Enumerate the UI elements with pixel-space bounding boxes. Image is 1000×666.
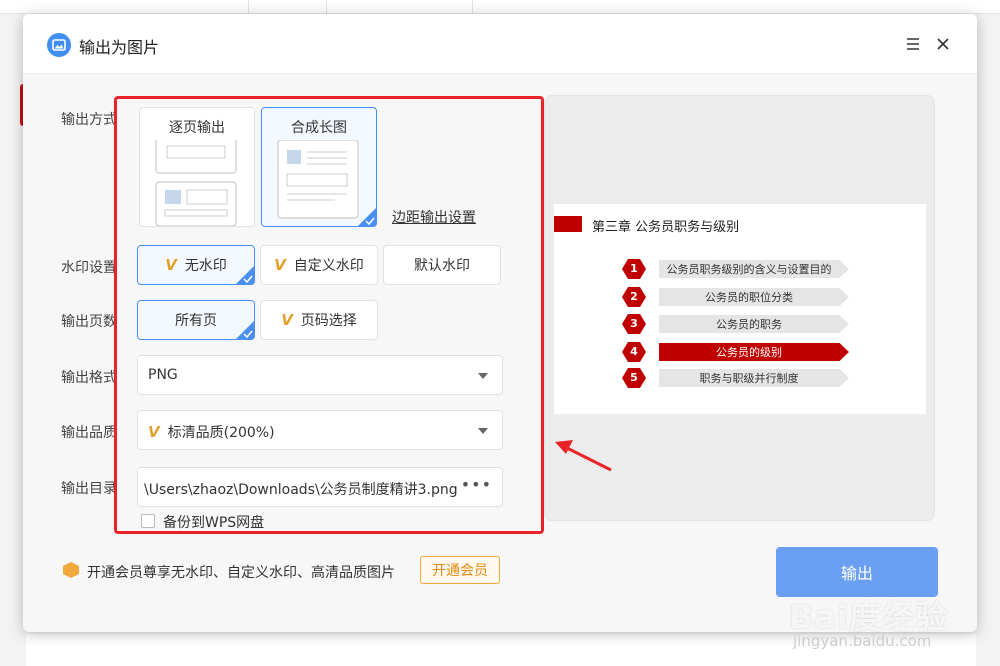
mode-long-image-label: 合成长图 [291, 120, 347, 136]
mode-long-image-tile[interactable]: 合成长图 [261, 107, 377, 227]
item-text: 公务员的级别 [716, 346, 782, 359]
vip-icon: V [281, 311, 293, 329]
export-button[interactable]: 输出 [776, 547, 938, 597]
directory-value: \Users\zhaoz\Downloads\公务员制度精讲3.png [144, 482, 458, 498]
directory-input[interactable]: \Users\zhaoz\Downloads\公务员制度精讲3.png ••• [137, 467, 503, 507]
item-bar: 公务员的职务 [659, 315, 849, 333]
pages-all-label: 所有页 [175, 313, 217, 329]
pages-all-button[interactable]: 所有页 [137, 300, 255, 340]
list-item: 5 职务与职级并行制度 [622, 368, 999, 388]
vip-icon: V [165, 256, 177, 274]
label-directory: 输出目录 [61, 481, 117, 497]
slide-preview: 第三章 公务员职务与级别 1 公务员职务级别的含义与设置目的 2 公务员的职位分… [554, 204, 926, 414]
dialog-title: 输出为图片 [79, 38, 160, 57]
divider [326, 0, 327, 14]
margin-settings-link[interactable]: 边距输出设置 [392, 207, 476, 227]
divider [248, 0, 249, 14]
selected-check-icon [236, 321, 254, 339]
mode-per-page-label: 逐页输出 [169, 120, 225, 136]
item-text: 公务员的职位分类 [705, 291, 793, 304]
annotation-arrow-icon [555, 440, 612, 472]
quality-value-wrap: V 标清品质(200%) [148, 422, 275, 442]
item-number: 2 [622, 287, 646, 307]
item-bar: 公务员职务级别的含义与设置目的 [659, 260, 849, 278]
format-value: PNG [148, 367, 178, 383]
list-item: 1 公务员职务级别的含义与设置目的 [622, 259, 999, 279]
item-text: 职务与职级并行制度 [699, 372, 799, 385]
item-number: 1 [622, 259, 646, 279]
vip-icon: V [148, 423, 160, 441]
watermark-custom-button[interactable]: V 自定义水印 [260, 245, 378, 285]
list-item: 2 公务员的职位分类 [622, 287, 999, 307]
label-format: 输出格式 [61, 370, 117, 386]
quality-value: 标清品质(200%) [167, 425, 275, 441]
open-vip-button[interactable]: 开通会员 [420, 556, 500, 584]
backup-checkbox[interactable] [141, 514, 155, 528]
label-watermark: 水印设置 [61, 260, 117, 276]
item-bar: 职务与职级并行制度 [659, 369, 849, 387]
background-app-topbar [0, 0, 1000, 14]
backup-label[interactable]: 备份到WPS网盘 [163, 512, 264, 532]
mode-per-page-tile[interactable]: 逐页输出 [139, 107, 255, 227]
item-bar-active: 公务员的级别 [659, 343, 849, 361]
selected-check-icon [236, 266, 254, 284]
slide-title: 第三章 公务员职务与级别 [592, 220, 740, 235]
export-image-dialog: 输出为图片 输出方式 水印设置 输出页数 输出格式 输出品质 输出目录 逐页输出… [23, 14, 977, 650]
more-icon[interactable]: ••• [461, 475, 492, 494]
item-text: 公务员职务级别的含义与设置目的 [666, 263, 832, 276]
watermark-custom-label: 自定义水印 [293, 258, 364, 274]
pages-select-button[interactable]: V 页码选择 [260, 300, 378, 340]
item-number: 4 [622, 342, 646, 362]
vip-crown-icon [63, 562, 79, 578]
pages-select-label: 页码选择 [300, 313, 357, 329]
label-pages: 输出页数 [61, 314, 117, 330]
list-item: 4 公务员的级别 [622, 342, 999, 362]
vip-icon: V [274, 256, 286, 274]
list-item: 3 公务员的职务 [622, 314, 999, 334]
item-text: 公务员的职务 [716, 318, 782, 331]
watermark-default-label: 默认水印 [414, 258, 470, 274]
vip-promo-text: 开通会员尊享无水印、自定义水印、高清品质图片 [87, 565, 395, 581]
chevron-down-icon [478, 373, 488, 379]
item-number: 3 [622, 314, 646, 334]
selected-check-icon [358, 208, 376, 226]
divider [472, 0, 473, 14]
item-bar: 公务员的职位分类 [659, 288, 849, 306]
format-select[interactable]: PNG [137, 355, 503, 395]
watermark-default-button[interactable]: 默认水印 [383, 245, 501, 285]
label-output-mode: 输出方式 [61, 112, 117, 128]
chevron-down-icon [478, 428, 488, 434]
quality-select[interactable]: V 标清品质(200%) [137, 410, 503, 450]
baidu-watermark-url: jingyan.baidu.com [793, 632, 932, 650]
per-page-illustration-icon [155, 140, 237, 226]
slide-title-marker [554, 216, 582, 232]
picture-app-icon [47, 33, 71, 57]
menu-icon[interactable] [903, 34, 923, 54]
watermark-none-button[interactable]: V 无水印 [137, 245, 255, 285]
item-number: 5 [622, 368, 646, 388]
watermark-none-label: 无水印 [184, 258, 227, 274]
label-quality: 输出品质 [61, 425, 117, 441]
close-icon[interactable] [933, 34, 953, 54]
dialog-titlebar: 输出为图片 [23, 14, 977, 74]
long-image-illustration-icon [277, 140, 359, 219]
